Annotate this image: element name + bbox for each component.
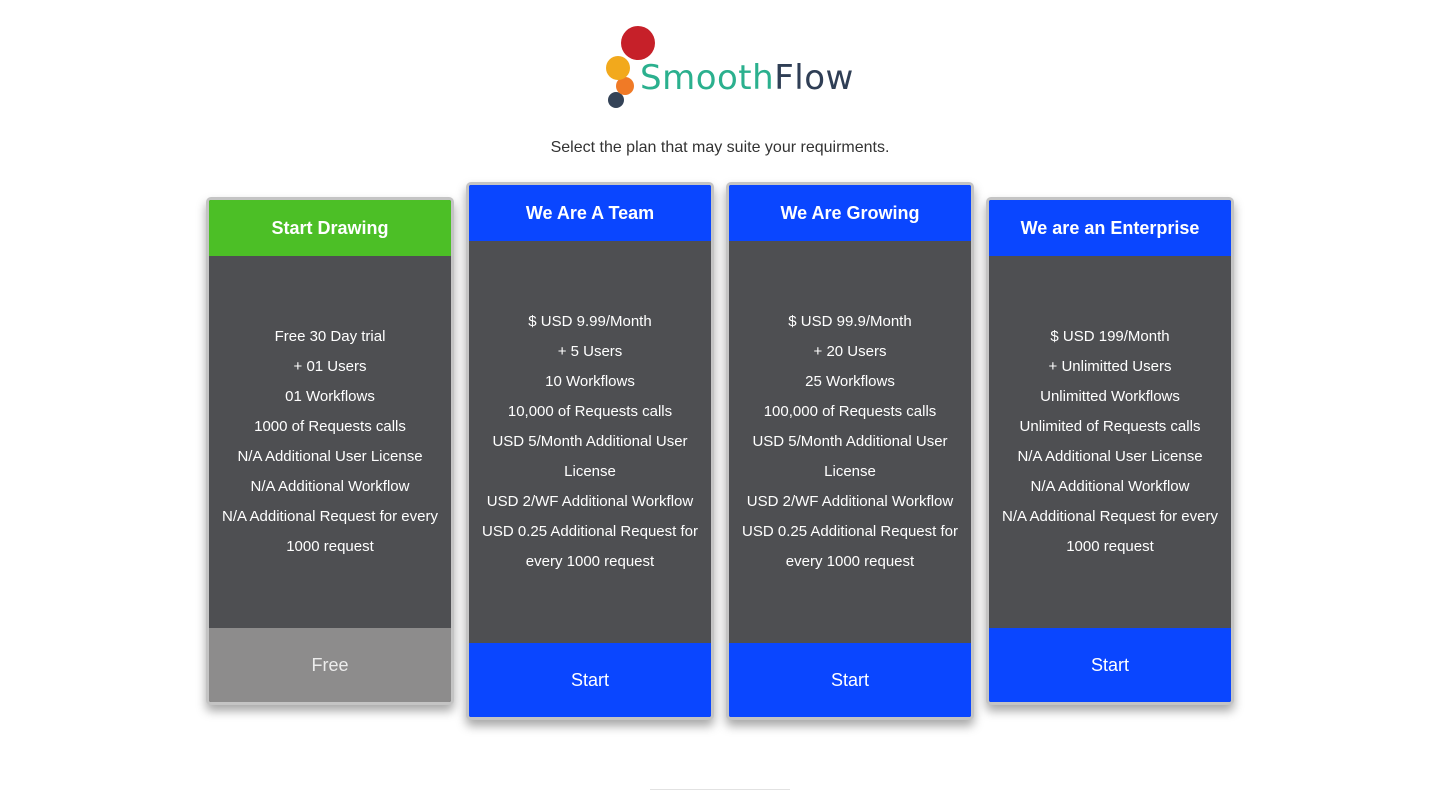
feature-item: 1000 of Requests calls: [254, 418, 406, 435]
feature-item: 1000 request: [1066, 538, 1154, 555]
bottom-divider: [650, 789, 790, 790]
plan-features: Free 30 Day trial + 01 Users 01 Workflow…: [209, 256, 451, 628]
feature-item: 10,000 of Requests calls: [507, 403, 673, 420]
feature-item: Free 30 Day trial: [274, 328, 386, 345]
feature-item: N/A Additional User License: [237, 448, 423, 465]
feature-item: USD 0.25 Additional Request for: [742, 523, 958, 540]
plan-features: $ USD 199/Month + Unlimitted Users Unlim…: [989, 256, 1231, 628]
start-growing-plan-button[interactable]: Start: [729, 643, 971, 717]
feature-item: USD 5/Month Additional User: [752, 433, 948, 450]
feature-item: N/A Additional Request for every: [222, 508, 438, 525]
smoothflow-logo: SmoothFlow: [598, 24, 853, 114]
logo-wordmark: SmoothFlow: [640, 58, 854, 98]
feature-item: + 5 Users: [557, 343, 623, 360]
start-enterprise-plan-button[interactable]: Start: [989, 628, 1231, 702]
free-plan-button[interactable]: Free: [209, 628, 451, 702]
plan-features: $ USD 9.99/Month + 5 Users 10 Workflows …: [469, 241, 711, 643]
plan-card-team: We Are A Team $ USD 9.99/Month + 5 Users…: [466, 182, 714, 720]
feature-item: 100,000 of Requests calls: [763, 403, 937, 420]
logo-word-smooth: Smooth: [640, 58, 775, 98]
feature-item: 01 Workflows: [285, 388, 375, 405]
feature-item: $ USD 199/Month: [1050, 328, 1170, 345]
feature-item: + 20 Users: [813, 343, 887, 360]
feature-item: N/A Additional Workflow: [1030, 478, 1190, 495]
feature-item: 1000 request: [286, 538, 374, 555]
pricing-page: SmoothFlow Select the plan that may suit…: [0, 0, 1440, 794]
feature-item: + Unlimitted Users: [1048, 358, 1172, 375]
feature-item: License: [824, 463, 876, 480]
feature-item: USD 0.25 Additional Request for: [482, 523, 698, 540]
feature-item: $ USD 9.99/Month: [528, 313, 652, 330]
plan-features: $ USD 99.9/Month + 20 Users 25 Workflows…: [729, 241, 971, 643]
feature-item: USD 5/Month Additional User: [492, 433, 688, 450]
feature-item: every 1000 request: [525, 553, 655, 570]
start-team-plan-button[interactable]: Start: [469, 643, 711, 717]
feature-item: 25 Workflows: [805, 373, 895, 390]
feature-item: N/A Additional Workflow: [250, 478, 410, 495]
plan-card-start-drawing: Start Drawing Free 30 Day trial + 01 Use…: [206, 197, 454, 705]
feature-item: Unlimitted Workflows: [1040, 388, 1180, 405]
plan-title: We Are Growing: [729, 185, 971, 241]
plan-title: We are an Enterprise: [989, 200, 1231, 256]
plan-title: We Are A Team: [469, 185, 711, 241]
feature-item: + 01 Users: [293, 358, 367, 375]
plan-title: Start Drawing: [209, 200, 451, 256]
feature-item: N/A Additional User License: [1017, 448, 1203, 465]
feature-item: License: [564, 463, 616, 480]
page-subtitle: Select the plan that may suite your requ…: [550, 139, 890, 156]
feature-item: USD 2/WF Additional Workflow: [486, 493, 694, 510]
plan-card-growing: We Are Growing $ USD 99.9/Month + 20 Use…: [726, 182, 974, 720]
feature-item: Unlimited of Requests calls: [1019, 418, 1201, 435]
plan-card-enterprise: We are an Enterprise $ USD 199/Month + U…: [986, 197, 1234, 705]
feature-item: $ USD 99.9/Month: [788, 313, 912, 330]
feature-item: USD 2/WF Additional Workflow: [746, 493, 954, 510]
feature-item: 10 Workflows: [545, 373, 635, 390]
logo-word-flow: Flow: [774, 58, 854, 98]
feature-item: N/A Additional Request for every: [1002, 508, 1218, 525]
feature-item: every 1000 request: [785, 553, 915, 570]
